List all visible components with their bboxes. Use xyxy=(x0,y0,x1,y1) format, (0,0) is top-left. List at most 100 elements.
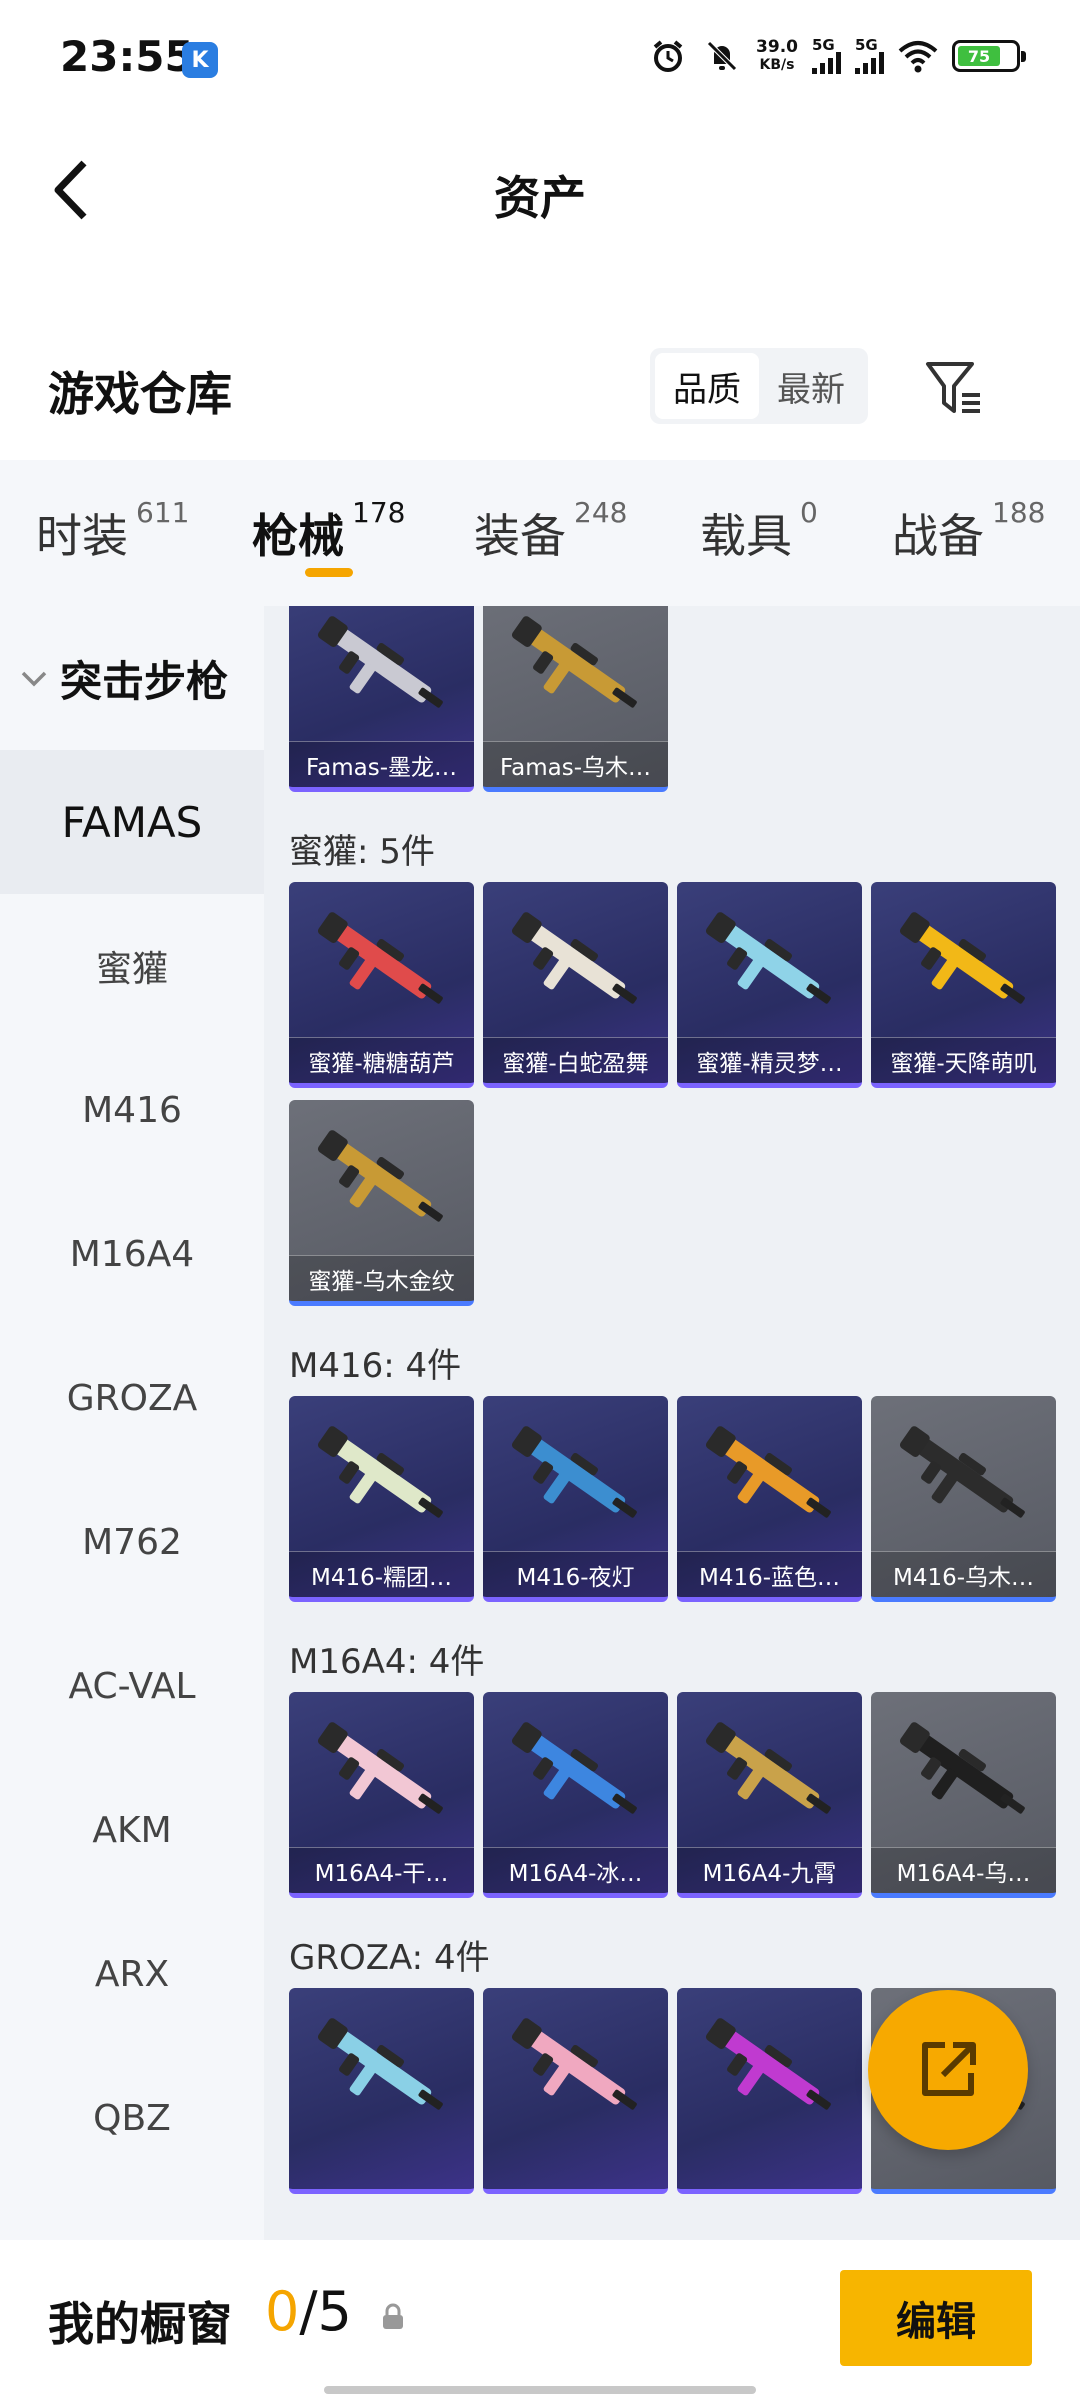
app-notification-icon: K xyxy=(182,42,218,78)
alarm-icon xyxy=(648,36,688,76)
section-title: M16A4: 4件 xyxy=(289,1642,485,1682)
weapon-skin-name: M16A4-干… xyxy=(289,1847,474,1893)
weapon-skin-name: 蜜獾-天降萌叽 xyxy=(871,1037,1056,1083)
section-title: 蜜獾: 5件 xyxy=(289,832,435,872)
weapon-skin-card[interactable]: M16A4-干… xyxy=(289,1692,474,1898)
weapon-skin-name: 蜜獾-糖糖葫芦 xyxy=(289,1037,474,1083)
sidebar-item-m762[interactable]: M762 xyxy=(0,1470,264,1614)
gun-icon xyxy=(289,1396,474,1556)
edit-button[interactable]: 编辑 xyxy=(840,2270,1032,2366)
share-icon xyxy=(922,2042,976,2096)
weapon-skin-card[interactable]: M416-夜灯 xyxy=(483,1396,668,1602)
weapon-skin-card[interactable] xyxy=(483,1988,668,2194)
signal-icon: 5G xyxy=(855,38,884,74)
sidebar-item-akm[interactable]: AKM xyxy=(0,1758,264,1902)
gun-icon xyxy=(677,1988,862,2148)
mute-bell-icon xyxy=(702,36,742,76)
weapon-skin-name: 蜜獾-精灵梦… xyxy=(677,1037,862,1083)
sidebar-category-assault-rifle[interactable]: 突击步枪 xyxy=(0,606,264,750)
weapon-skin-name: M416-乌木… xyxy=(871,1551,1056,1597)
weapon-skin-name: M416-夜灯 xyxy=(483,1551,668,1597)
weapon-skin-card[interactable]: Famas-乌木… xyxy=(483,606,668,792)
gun-icon xyxy=(483,606,668,746)
sort-quality-button[interactable]: 品质 xyxy=(655,353,759,419)
weapon-sidebar: 突击步枪 FAMAS 蜜獾 M416 M16A4 GROZA M762 AC-V… xyxy=(0,606,264,2240)
gun-icon xyxy=(677,882,862,1042)
weapon-skin-card[interactable]: M16A4-九霄 xyxy=(677,1692,862,1898)
gun-icon xyxy=(483,1988,668,2148)
sort-toggle: 品质 最新 xyxy=(650,348,868,424)
tab-battle-items[interactable]: 战备 188 xyxy=(892,496,1045,566)
sidebar-item-m416[interactable]: M416 xyxy=(0,1038,264,1182)
weapon-skin-name: M16A4-乌… xyxy=(871,1847,1056,1893)
battery-icon: 75 xyxy=(952,40,1026,72)
sort-newest-button[interactable]: 最新 xyxy=(759,353,863,419)
weapon-skin-name: M416-蓝色… xyxy=(677,1551,862,1597)
status-bar: 23:55 K 39.0 KB/s 5G 5G 75 xyxy=(0,0,1080,120)
section-title: GROZA: 4件 xyxy=(289,1938,490,1978)
showcase-count: 0/5 xyxy=(265,2280,352,2343)
tab-fashion[interactable]: 时装 611 xyxy=(36,496,189,566)
page-title: 资产 xyxy=(494,171,586,225)
weapon-skin-name: 蜜獾-乌木金纹 xyxy=(289,1255,474,1301)
weapon-skin-card[interactable]: 蜜獾-精灵梦… xyxy=(677,882,862,1088)
weapon-skin-card[interactable]: M16A4-乌… xyxy=(871,1692,1056,1898)
gun-icon xyxy=(289,1100,474,1260)
weapon-skin-card[interactable]: M416-乌木… xyxy=(871,1396,1056,1602)
showcase-title: 我的橱窗 xyxy=(48,2297,232,2351)
lock-icon xyxy=(383,2303,403,2329)
weapon-skin-card[interactable]: M416-糯团… xyxy=(289,1396,474,1602)
showcase-bar: 我的橱窗 0/5 编辑 xyxy=(0,2240,1080,2400)
weapon-skin-card[interactable]: 蜜獾-白蛇盈舞 xyxy=(483,882,668,1088)
sidebar-item-famas[interactable]: FAMAS xyxy=(0,750,264,894)
weapon-skin-card[interactable]: M16A4-冰… xyxy=(483,1692,668,1898)
active-tab-indicator xyxy=(305,568,353,577)
weapon-skin-name: M416-糯团… xyxy=(289,1551,474,1597)
status-time: 23:55 xyxy=(60,32,194,81)
sidebar-item-ac-val[interactable]: AC-VAL xyxy=(0,1614,264,1758)
weapon-skin-card[interactable]: Famas-墨龙… xyxy=(289,606,474,792)
tab-vehicles[interactable]: 载具 0 xyxy=(700,496,818,566)
weapon-skin-name: Famas-墨龙… xyxy=(289,741,474,787)
filter-button[interactable] xyxy=(918,352,990,424)
tab-firearms[interactable]: 枪械 178 xyxy=(252,496,405,566)
weapon-skin-card[interactable]: 蜜獾-乌木金纹 xyxy=(289,1100,474,1306)
gun-icon xyxy=(871,882,1056,1042)
sidebar-item-arx[interactable]: ARX xyxy=(0,1902,264,2046)
category-tabs: 时装 611 枪械 178 装备 248 载具 0 战备 188 xyxy=(0,460,1080,606)
gun-icon xyxy=(871,1396,1056,1556)
gun-icon xyxy=(483,1396,668,1556)
gun-icon xyxy=(483,1692,668,1852)
gun-icon xyxy=(289,1988,474,2148)
chevron-down-icon xyxy=(20,662,48,695)
weapon-skin-name: Famas-乌木… xyxy=(483,741,668,787)
filter-icon xyxy=(926,362,980,413)
gun-icon xyxy=(289,606,474,746)
weapon-skin-card[interactable] xyxy=(289,1988,474,2194)
weapon-skin-card[interactable]: 蜜獾-糖糖葫芦 xyxy=(289,882,474,1088)
tab-equipment[interactable]: 装备 248 xyxy=(474,496,627,566)
gun-icon xyxy=(289,1692,474,1852)
weapon-skin-name: 蜜獾-白蛇盈舞 xyxy=(483,1037,668,1083)
signal-icon: 5G xyxy=(812,38,841,74)
share-button[interactable] xyxy=(868,1990,1028,2150)
sidebar-item-m16a4[interactable]: M16A4 xyxy=(0,1182,264,1326)
wifi-icon xyxy=(898,36,938,76)
weapon-skin-card[interactable]: 蜜獾-天降萌叽 xyxy=(871,882,1056,1088)
sidebar-item-qbz[interactable]: QBZ xyxy=(0,2046,264,2190)
section-title: M416: 4件 xyxy=(289,1346,462,1386)
gun-icon xyxy=(677,1692,862,1852)
gun-icon xyxy=(483,882,668,1042)
gun-icon xyxy=(677,1396,862,1556)
gun-icon xyxy=(871,1692,1056,1852)
sidebar-item-honey-badger[interactable]: 蜜獾 xyxy=(0,894,264,1038)
warehouse-title: 游戏仓库 xyxy=(48,367,232,421)
weapon-skin-card[interactable] xyxy=(677,1988,862,2194)
home-indicator xyxy=(324,2386,756,2394)
sidebar-item-groza[interactable]: GROZA xyxy=(0,1326,264,1470)
weapon-skin-name: M16A4-冰… xyxy=(483,1847,668,1893)
gun-icon xyxy=(289,882,474,1042)
net-speed: 39.0 KB/s xyxy=(756,37,798,73)
weapon-skin-card[interactable]: M416-蓝色… xyxy=(677,1396,862,1602)
weapon-skin-name: M16A4-九霄 xyxy=(677,1847,862,1893)
